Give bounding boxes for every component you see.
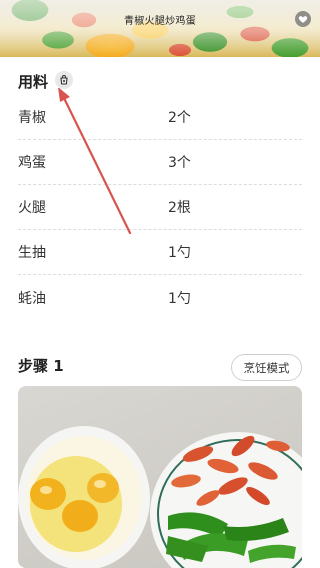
ingredient-name: 蚝油: [18, 290, 46, 307]
ingredient-name: 鸡蛋: [18, 155, 46, 171]
recipe-content-card: 用料 青椒 2个 鸡蛋 3个 火腿 2根 生抽 1勺 蚝油 1勺 步骤 1 烹饪…: [0, 57, 320, 568]
ingredient-quantity: 3个: [168, 155, 191, 171]
ingredient-quantity: 1勺: [168, 245, 191, 261]
shopping-list-button[interactable]: [55, 71, 73, 89]
ingredient-name: 生抽: [18, 245, 46, 261]
cooking-mode-button[interactable]: 烹饪模式: [231, 354, 302, 381]
ingredient-quantity: 2个: [168, 110, 191, 126]
ingredient-quantity: 1勺: [168, 290, 191, 307]
ingredient-name: 火腿: [18, 200, 46, 216]
step-photo-illustration: [18, 426, 302, 568]
recipe-header-image: 青椒火腿炒鸡蛋: [0, 0, 320, 57]
favorite-button[interactable]: [295, 11, 311, 27]
shopping-list-icon: [60, 75, 68, 85]
ingredient-row: 蚝油 1勺: [18, 275, 302, 320]
ingredient-quantity: 2根: [168, 200, 191, 216]
recipe-title: 青椒火腿炒鸡蛋: [123, 16, 197, 27]
heart-icon: [298, 16, 308, 23]
ingredient-row: 火腿 2根: [18, 185, 302, 230]
header-gradient-overlay: [0, 0, 320, 57]
ingredient-name: 青椒: [18, 110, 46, 126]
ingredient-row: 青椒 2个: [18, 95, 302, 140]
step-photo: [18, 386, 302, 568]
ingredients-list: 青椒 2个 鸡蛋 3个 火腿 2根 生抽 1勺 蚝油 1勺: [18, 95, 302, 320]
ingredient-row: 鸡蛋 3个: [18, 140, 302, 185]
ingredients-heading: 用料: [18, 73, 49, 91]
ingredient-row: 生抽 1勺: [18, 230, 302, 275]
step-heading: 步骤 1: [18, 357, 64, 375]
